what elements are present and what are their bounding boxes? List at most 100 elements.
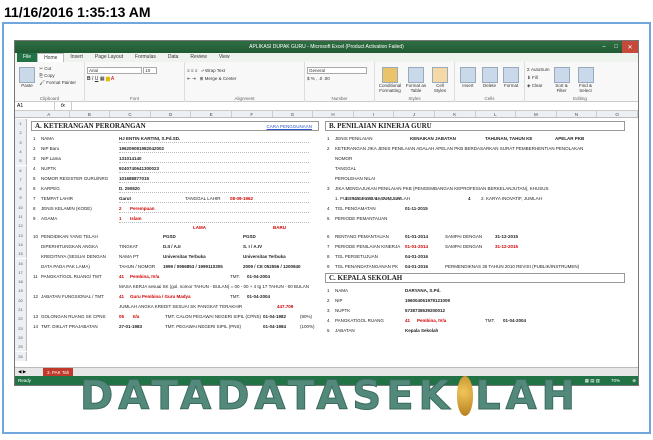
row-number[interactable]: 4 <box>15 146 27 157</box>
font-name-select[interactable]: Arial <box>87 67 142 74</box>
row-number[interactable]: 10 <box>15 202 27 212</box>
sheet-nav-icons[interactable]: ◀ ▶ <box>18 369 26 375</box>
section-a-header: A. KETERANGAN PERORANGAN CARA PENGGUNAAN <box>31 121 319 131</box>
zoom-in-icon[interactable]: ⊕ <box>632 378 636 384</box>
bold-icon[interactable]: B <box>87 76 91 82</box>
indent-icons[interactable]: ⇤ ⇥ <box>187 76 196 81</box>
section-c-header: C. KEPALA SEKOLAH <box>325 273 625 283</box>
row-number[interactable]: 23 <box>15 323 27 333</box>
underline-icon[interactable]: U <box>95 76 99 82</box>
row-number[interactable]: 8 <box>15 184 27 194</box>
copy-button[interactable]: ⎘ Copy <box>39 72 76 79</box>
align-icons[interactable]: ≡ ≡ ≡ <box>187 68 197 73</box>
number-format-icons[interactable]: $ % , .0 .00 <box>307 76 372 81</box>
format-painter-button[interactable]: 🖌 Format Painter <box>39 79 76 86</box>
column-header[interactable]: G <box>273 111 314 117</box>
column-header[interactable]: D <box>151 111 192 117</box>
view-mode-icons[interactable]: ▦ ▤ ▥ <box>585 378 600 384</box>
row-number[interactable]: 15 <box>15 249 27 259</box>
row-number[interactable]: 19 <box>15 286 27 296</box>
row-number[interactable]: 17 <box>15 267 27 278</box>
column-header[interactable]: E <box>191 111 232 117</box>
column-header[interactable]: B <box>70 111 111 117</box>
font-color-icon[interactable]: A <box>111 76 114 82</box>
row-number[interactable]: 26 <box>15 351 27 361</box>
column-header[interactable]: M <box>516 111 557 117</box>
column-header[interactable]: C <box>110 111 151 117</box>
close-icon[interactable]: ✕ <box>622 41 638 53</box>
row-number[interactable]: 3 <box>15 137 27 147</box>
field-label: NUPTK <box>41 166 57 171</box>
row-number[interactable]: 2 <box>15 128 27 138</box>
field-code: 05 <box>119 314 125 319</box>
tab-file[interactable]: File <box>17 53 38 62</box>
font-size-select[interactable]: 10 <box>143 67 158 74</box>
name-box[interactable]: A1 <box>15 101 55 111</box>
formula-input[interactable] <box>70 101 638 111</box>
find-select-button[interactable]: Find & Select <box>575 65 597 99</box>
format-cells-icon <box>503 67 520 83</box>
cell-styles-button[interactable]: Cell Styles <box>430 65 450 99</box>
column-header[interactable]: J <box>394 111 435 117</box>
maximize-icon[interactable]: □ <box>610 41 622 53</box>
row-number[interactable]: 11 <box>15 212 27 222</box>
column-header[interactable]: K <box>435 111 476 117</box>
sort-filter-button[interactable]: Sort & Filter <box>551 65 573 99</box>
wrap-text-button[interactable]: ⤶ Wrap Text <box>201 68 225 73</box>
insert-cells-button[interactable]: Insert <box>458 65 478 99</box>
tab-insert[interactable]: Insert <box>64 53 89 62</box>
styles-label: Styles <box>408 96 421 101</box>
conditional-formatting-button[interactable]: Conditional Formatting <box>378 65 402 99</box>
fill-label: Fill <box>532 75 538 80</box>
fill-button[interactable]: ⬇ Fill <box>527 74 550 82</box>
field-value: 01-11-2015 <box>405 206 428 211</box>
row-number[interactable]: 9 <box>15 193 27 203</box>
border-icon[interactable]: ▦ <box>100 76 105 82</box>
cut-button[interactable]: ✂ Cut <box>39 65 76 72</box>
number-format-select[interactable]: General <box>307 67 367 74</box>
field-value: 01-04-2004 <box>247 274 271 279</box>
row-number[interactable]: 25 <box>15 342 27 352</box>
merge-center-button[interactable]: ⊞ Merge & Center <box>200 76 237 81</box>
row-number[interactable]: 7 <box>15 174 27 185</box>
row-number[interactable]: 18 <box>15 277 27 287</box>
clear-button[interactable]: ◈ Clear <box>527 82 550 90</box>
row-number[interactable]: 5 <box>15 156 27 166</box>
column-header[interactable]: N <box>557 111 598 117</box>
minimize-icon[interactable]: – <box>598 41 610 53</box>
tab-review[interactable]: Review <box>184 53 212 62</box>
tab-data[interactable]: Data <box>162 53 185 62</box>
column-header[interactable]: L <box>476 111 517 117</box>
row-number[interactable]: 1 <box>15 119 27 129</box>
column-header[interactable]: A <box>29 111 70 117</box>
column-header[interactable]: I <box>354 111 395 117</box>
cara-penggunaan-link[interactable]: CARA PENGGUNAAN <box>266 122 312 131</box>
column-header[interactable]: H <box>313 111 354 117</box>
row-number[interactable]: 22 <box>15 314 27 324</box>
row-number[interactable]: 6 <box>15 165 27 175</box>
tab-page-layout[interactable]: Page Layout <box>89 53 129 62</box>
tab-formulas[interactable]: Formulas <box>129 53 162 62</box>
format-cells-button[interactable]: Format <box>501 65 521 99</box>
row-number[interactable]: 16 <box>15 258 27 268</box>
row-number[interactable]: 12 <box>15 221 27 231</box>
autosum-button[interactable]: Σ AutoSum <box>527 66 550 74</box>
column-header[interactable]: F <box>232 111 273 117</box>
tab-view[interactable]: View <box>213 53 236 62</box>
tab-home[interactable]: Home <box>37 53 65 62</box>
row-number[interactable]: 13 <box>15 230 27 240</box>
row-number[interactable]: 14 <box>15 239 27 250</box>
column-header[interactable]: O <box>597 111 638 117</box>
format-as-table-button[interactable]: Format as Table <box>404 65 428 99</box>
italic-icon[interactable]: I <box>92 76 93 82</box>
row-number[interactable]: 21 <box>15 305 27 315</box>
paste-button[interactable]: Paste <box>18 65 36 88</box>
zoom-level[interactable]: 70% <box>611 378 620 383</box>
row-number[interactable]: 20 <box>15 295 27 305</box>
fill-color-icon[interactable]: ▆ <box>106 76 110 82</box>
find-select-icon <box>577 67 594 83</box>
row-number[interactable]: 24 <box>15 332 27 343</box>
fx-icon[interactable]: fx <box>55 103 71 109</box>
worksheet[interactable]: A. KETERANGAN PERORANGAN CARA PENGGUNAAN… <box>15 119 638 369</box>
delete-cells-button[interactable]: Delete <box>480 65 500 99</box>
